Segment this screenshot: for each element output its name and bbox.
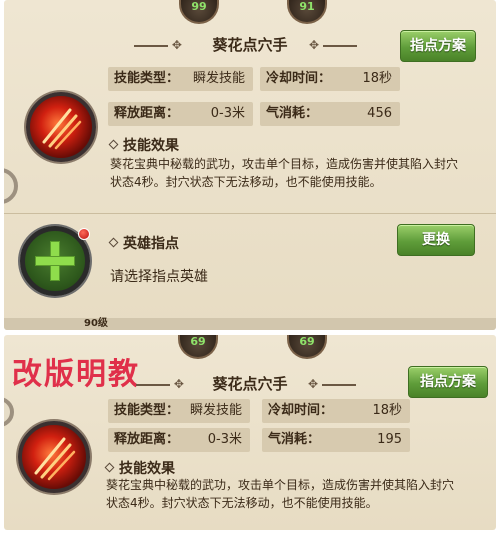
title-flourish-right: ✥	[309, 38, 357, 52]
skill-icon[interactable]	[18, 421, 90, 493]
diamond-bullet-icon	[108, 139, 119, 150]
notification-dot-icon	[78, 228, 90, 240]
skill-panel-revised: 69 69 改版明教 ✥ 葵花点穴手 ✥ 指点方案 技能类型： 瞬发技能 冷却时间…	[4, 335, 496, 530]
title-flourish-left: ✥	[136, 377, 184, 391]
effect-description: 葵花宝典中秘载的武功，攻击单个目标，造成伤害并使其陷入封穴 状态4秒。封穴状态下…	[106, 478, 455, 510]
hero-prompt: 请选择指点英雄	[110, 269, 208, 285]
effect-heading: 技能效果	[104, 458, 175, 478]
assign-plan-button[interactable]: 指点方案	[408, 366, 488, 398]
hero-heading: 英雄指点	[108, 233, 179, 253]
stat-range: 释放距离： 0-3米	[108, 428, 250, 452]
skill-title: 葵花点穴手	[212, 36, 288, 54]
effect-description: 葵花宝典中秘载的武功，攻击单个目标，造成伤害并使其陷入封穴 状态4秒。封穴状态下…	[110, 157, 459, 189]
claw-slash-icon	[34, 437, 76, 481]
next-row-label: 90级	[84, 318, 108, 329]
stat-qi-cost: 气消耗： 195	[262, 428, 410, 452]
stat-skill-type: 技能类型： 瞬发技能	[108, 67, 253, 91]
skill-title: 葵花点穴手	[212, 375, 288, 393]
swap-button[interactable]: 更换	[397, 224, 475, 256]
title-flourish-right: ✥	[308, 377, 356, 391]
skill-panel-original: 99 91 ✥ 葵花点穴手 ✥ 指点方案 技能类型： 瞬发技能 冷却时间： 18秒 …	[4, 0, 496, 330]
stat-cooldown: 冷却时间： 18秒	[262, 399, 410, 423]
skill-icon[interactable]	[26, 92, 96, 162]
effect-heading: 技能效果	[108, 135, 179, 155]
watermark-label: 改版明教	[12, 357, 140, 392]
level-badge-left: 99	[179, 0, 219, 24]
stat-skill-type: 技能类型： 瞬发技能	[108, 399, 250, 423]
diamond-bullet-icon	[104, 462, 115, 473]
stat-range: 释放距离： 0-3米	[108, 102, 253, 126]
level-badge-right: 91	[287, 0, 327, 24]
claw-slash-icon	[42, 108, 82, 150]
diamond-bullet-icon	[108, 237, 119, 248]
stat-cooldown: 冷却时间： 18秒	[260, 67, 400, 91]
next-row-strip	[4, 318, 496, 330]
stat-qi-cost: 气消耗： 456	[260, 102, 400, 126]
scroll-handle-ring[interactable]	[4, 397, 14, 427]
level-badge-right: 69	[287, 335, 327, 359]
level-badge-left: 69	[178, 335, 218, 359]
scroll-handle-ring[interactable]	[4, 168, 18, 204]
assign-plan-button[interactable]: 指点方案	[400, 30, 476, 62]
section-divider	[4, 213, 496, 214]
title-flourish-left: ✥	[134, 38, 182, 52]
